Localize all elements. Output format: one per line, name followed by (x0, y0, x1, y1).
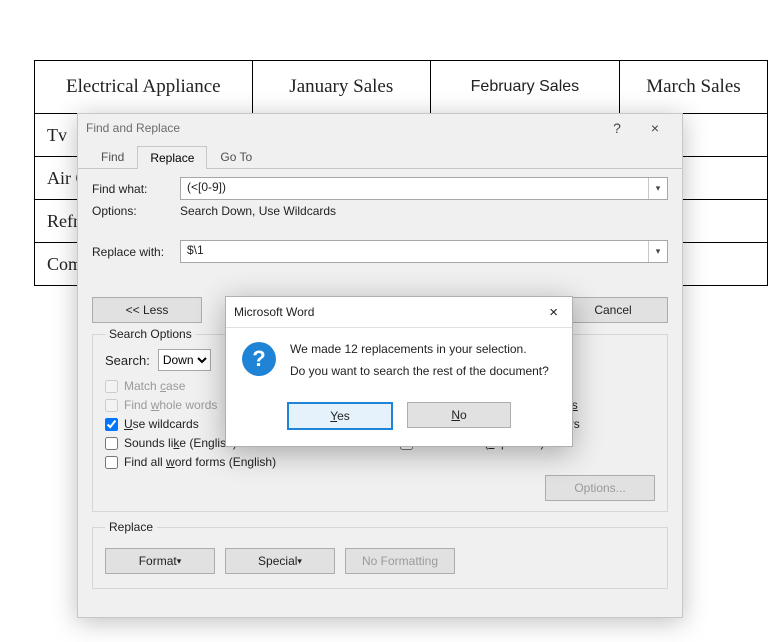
tab-goto[interactable]: Go To (207, 145, 265, 168)
special-button[interactable]: Special (225, 548, 335, 574)
search-direction-select[interactable]: Down (158, 349, 211, 371)
options-value: Search Down, Use Wildcards (180, 204, 336, 218)
find-what-input[interactable]: (<[0-9]) (180, 177, 668, 200)
no-button[interactable]: No (407, 402, 511, 428)
table-header: February Sales (430, 61, 619, 114)
no-formatting-button: No Formatting (345, 548, 455, 574)
checkbox[interactable] (105, 456, 118, 469)
replace-with-input[interactable]: $\1 (180, 240, 668, 263)
chevron-down-icon[interactable] (648, 241, 667, 262)
replace-group: Replace Format Special No Formatting (92, 520, 668, 589)
options-button[interactable]: Options... (545, 475, 655, 501)
question-icon: ? (242, 342, 276, 376)
replace-legend: Replace (105, 520, 157, 534)
dialog-titlebar[interactable]: Find and Replace ? × (78, 114, 682, 142)
options-label: Options: (92, 204, 180, 218)
replace-with-label: Replace with: (92, 245, 180, 259)
checkbox (105, 399, 118, 412)
message-title: Microsoft Word (234, 305, 543, 319)
table-header: March Sales (619, 61, 767, 114)
checkbox-option[interactable]: Find all word forms (English) (105, 455, 360, 469)
close-icon[interactable]: × (636, 120, 674, 136)
less-button[interactable]: << Less (92, 297, 202, 323)
checkbox (105, 380, 118, 393)
close-icon[interactable]: × (543, 304, 564, 321)
message-box: Microsoft Word × ? We made 12 replacemen… (225, 296, 573, 447)
tab-strip: Find Replace Go To (78, 142, 682, 169)
checkbox[interactable] (105, 437, 118, 450)
tab-replace[interactable]: Replace (137, 146, 207, 169)
search-options-legend: Search Options (105, 327, 196, 341)
find-what-label: Find what: (92, 182, 180, 196)
chevron-down-icon[interactable] (648, 178, 667, 199)
message-line: Do you want to search the rest of the do… (290, 364, 549, 378)
yes-button[interactable]: Yes (287, 402, 393, 430)
cancel-button[interactable]: Cancel (558, 297, 668, 323)
dialog-title: Find and Replace (86, 121, 598, 135)
table-header: January Sales (252, 61, 430, 114)
checkbox[interactable] (105, 418, 118, 431)
help-button[interactable]: ? (598, 120, 636, 136)
search-direction-label: Search: (105, 353, 150, 368)
message-line: We made 12 replacements in your selectio… (290, 342, 549, 356)
tab-find[interactable]: Find (88, 145, 137, 168)
format-button[interactable]: Format (105, 548, 215, 574)
message-titlebar[interactable]: Microsoft Word × (226, 297, 572, 328)
table-header: Electrical Appliance (35, 61, 253, 114)
